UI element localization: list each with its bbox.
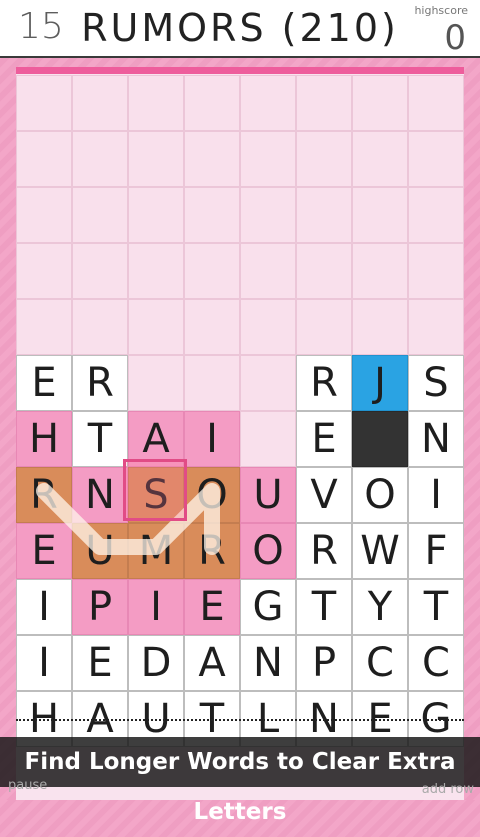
- add-row-button[interactable]: add row: [422, 782, 474, 797]
- pause-button[interactable]: pause: [8, 778, 47, 793]
- selection-path: [36, 483, 220, 555]
- active-letter-highlight: [123, 459, 187, 521]
- danger-line: [16, 719, 464, 721]
- hint-banner: Find Longer Words to Clear Extra Letters: [0, 737, 480, 825]
